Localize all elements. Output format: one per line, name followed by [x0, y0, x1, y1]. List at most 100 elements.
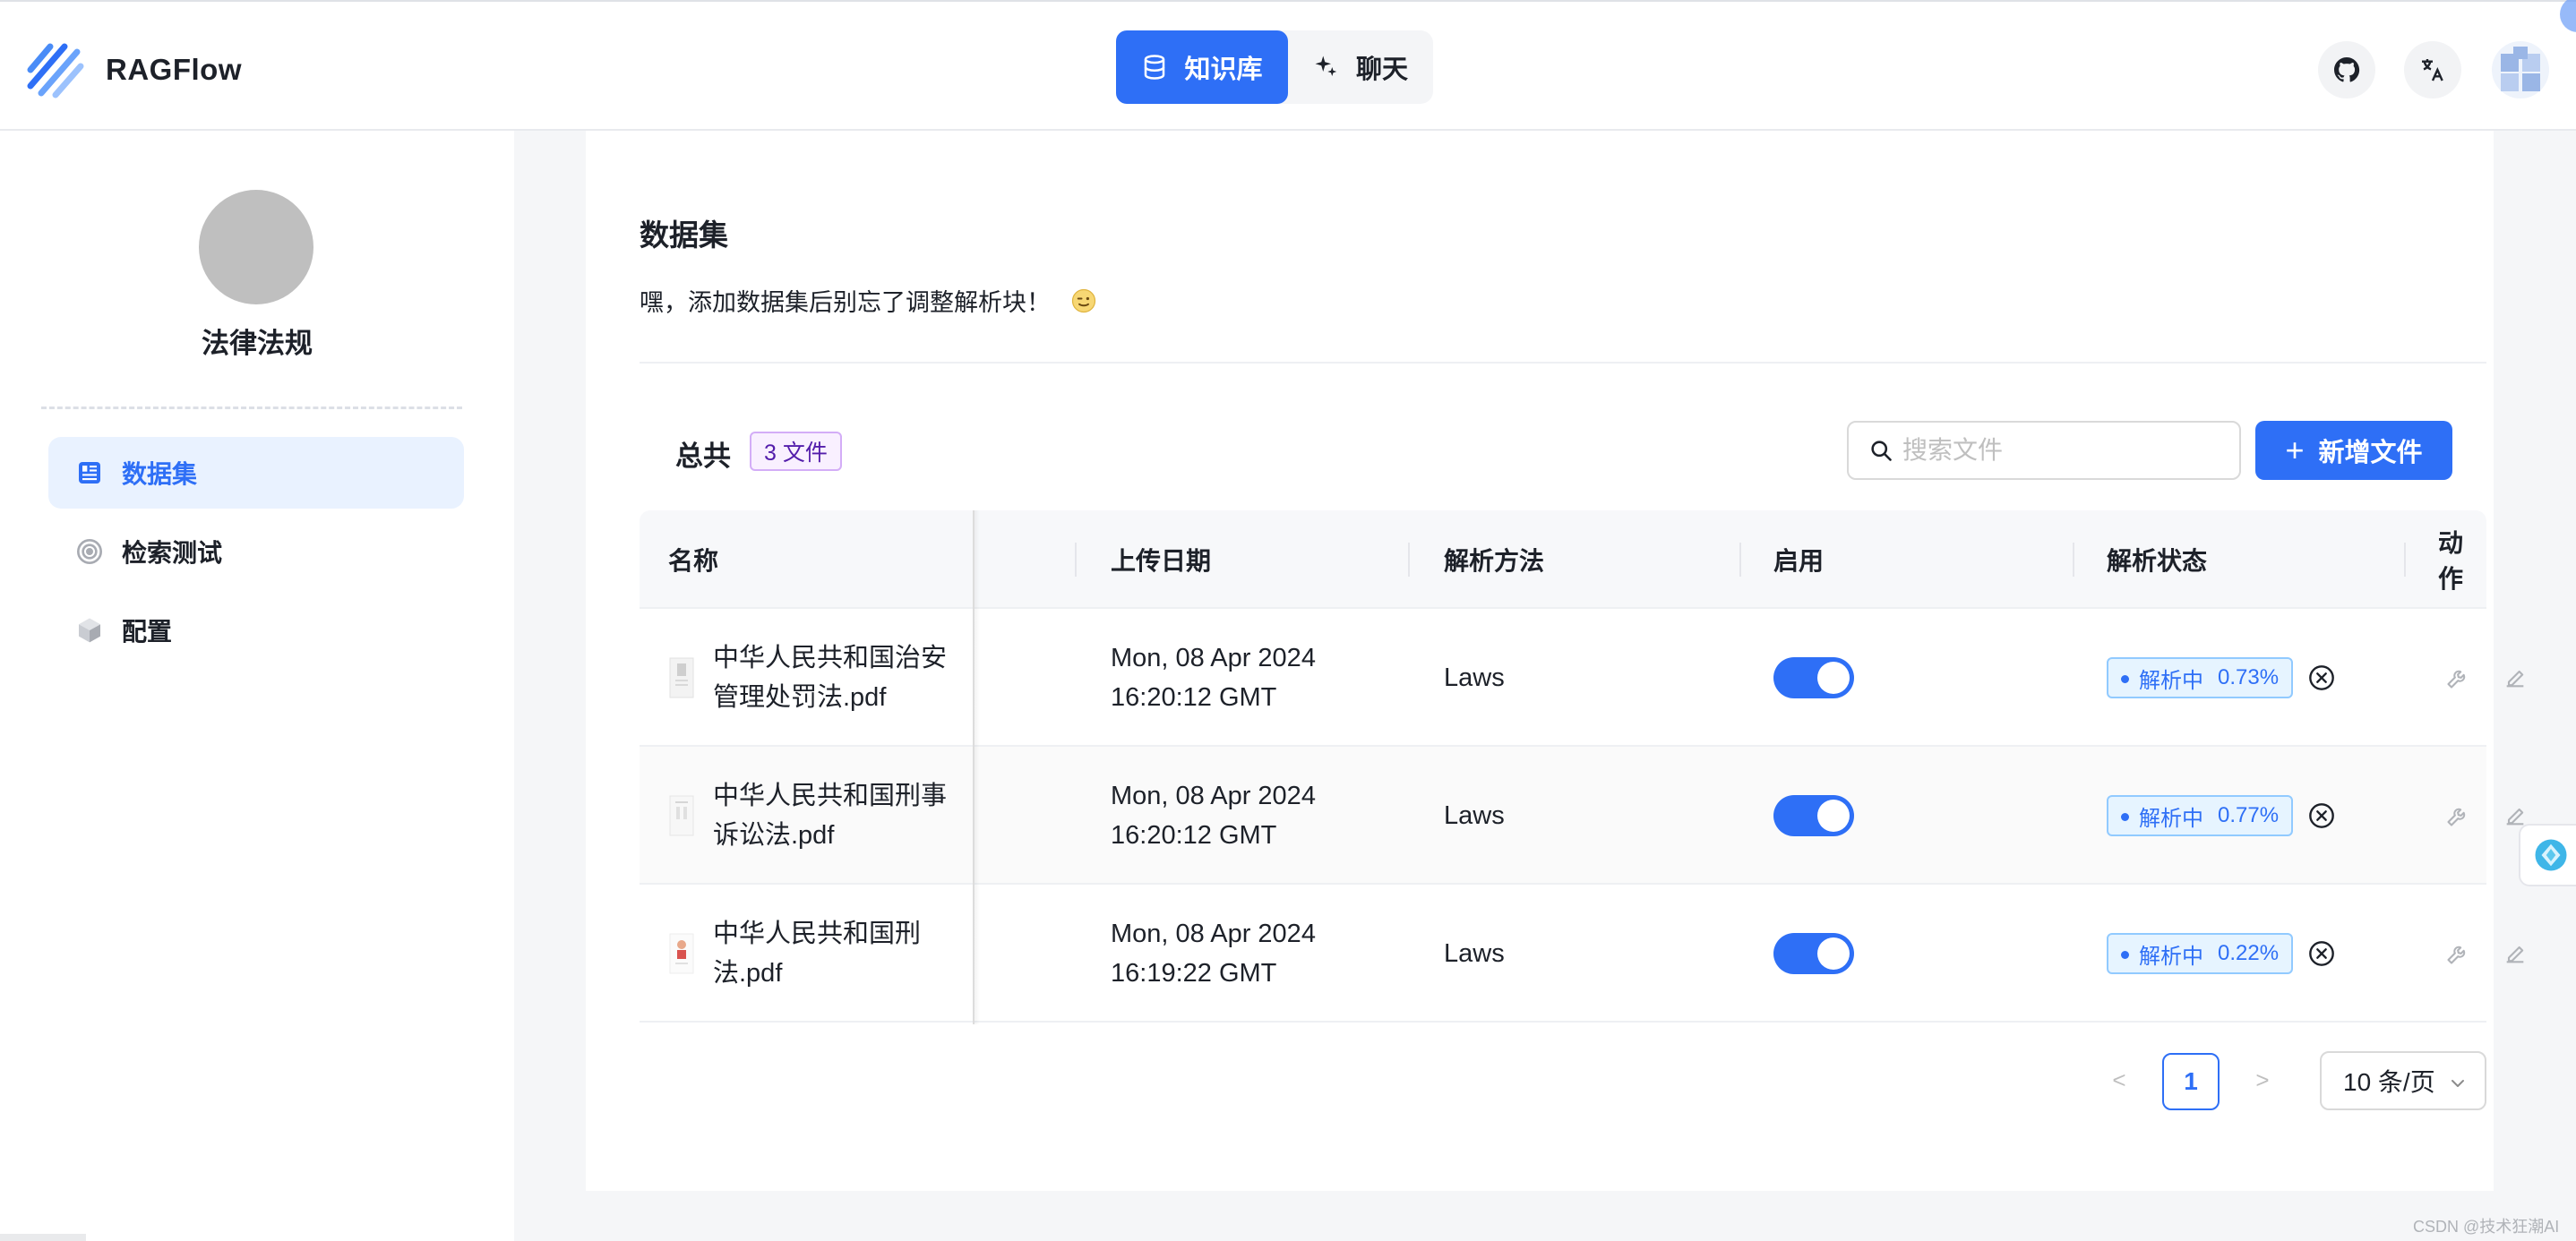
parse-status-badge: 解析中 0.73%: [2107, 657, 2294, 698]
corner-decoration: [2560, 0, 2576, 32]
col-header-actions: 动作: [2438, 529, 2464, 593]
enable-cell: [1773, 747, 1854, 885]
status-progress: 0.73%: [2218, 665, 2280, 689]
add-file-button[interactable]: + 新增文件: [2255, 421, 2452, 480]
user-avatar-icon: [2492, 41, 2549, 98]
cancel-parse-icon[interactable]: [2307, 939, 2336, 968]
parse-method-cell: Laws: [1444, 663, 1505, 692]
enable-toggle[interactable]: [1773, 795, 1854, 836]
plus-icon: +: [2285, 432, 2305, 468]
upload-date-cell: Mon, 08 Apr 2024 16:20:12 GMT: [1111, 609, 1316, 747]
tab-knowledge-base-label: 知识库: [1184, 56, 1263, 84]
edit-icon[interactable]: [2503, 941, 2528, 966]
file-name-cell[interactable]: 中华人民共和国刑法.pdf: [668, 885, 955, 1023]
col-separator: [2404, 543, 2406, 577]
kb-name: 法律法规: [202, 328, 313, 359]
pagination-prev-button[interactable]: <: [2101, 1062, 2137, 1098]
upload-date-time: 16:19:22 GMT: [1111, 959, 1277, 988]
sidebar-item-dataset[interactable]: 数据集: [48, 437, 464, 509]
github-button[interactable]: [2318, 41, 2375, 98]
kb-avatar: [199, 190, 313, 304]
enable-cell: [1773, 609, 1854, 747]
fixed-column-shadow: [973, 510, 980, 1024]
brand[interactable]: RAGFlow: [25, 39, 242, 100]
status-text: 解析中: [2139, 944, 2203, 969]
toggle-knob: [1817, 800, 1850, 832]
page-size-value: 10 条/页: [2343, 1068, 2435, 1096]
upload-date-cell: Mon, 08 Apr 2024 16:20:12 GMT: [1111, 747, 1316, 885]
watermark-text: CSDN @技术狂潮AI: [2413, 1218, 2560, 1236]
bottom-edge: [0, 1234, 86, 1241]
edit-icon[interactable]: [2503, 665, 2528, 690]
status-progress: 0.22%: [2218, 941, 2280, 965]
parse-status-cell: 解析中 0.73%: [2107, 609, 2336, 747]
tab-chat-label: 聊天: [1355, 56, 1408, 84]
database-icon: [1145, 55, 1165, 80]
ragflow-logo-icon: [27, 43, 84, 98]
col-header-enabled[interactable]: 启用: [1773, 510, 1824, 609]
table-header: 名称 上传日期 解析方法 启用 解析状态 动作: [640, 510, 2486, 609]
wrench-icon[interactable]: [2445, 665, 2470, 690]
wrench-icon[interactable]: [2445, 941, 2470, 966]
table-row[interactable]: 中华人民共和国刑法.pdf Mon, 08 Apr 2024 16:19:22 …: [640, 885, 2524, 1023]
parse-status-cell: 解析中 0.77%: [2107, 747, 2336, 885]
user-avatar[interactable]: [2488, 38, 2553, 102]
translate-icon: [2422, 59, 2443, 81]
enable-toggle[interactable]: [1773, 933, 1854, 974]
upload-date-time: 16:20:12 GMT: [1111, 683, 1277, 712]
brand-name: RAGFlow: [106, 53, 242, 86]
chevron-down-icon: [2451, 1080, 2464, 1087]
sidebar-item-retrieval-label: 检索测试: [122, 539, 223, 567]
tab-knowledge-base[interactable]: 知识库: [1116, 30, 1288, 104]
language-button[interactable]: [2404, 41, 2461, 98]
pagination-next-button[interactable]: >: [2245, 1062, 2280, 1098]
sidebar: 法律法规 数据集 检索测试 配置: [0, 131, 514, 1241]
col-separator: [2073, 543, 2074, 577]
cancel-parse-icon[interactable]: [2307, 801, 2336, 830]
col-header-date[interactable]: 上传日期: [1111, 510, 1211, 609]
sidebar-item-config[interactable]: 配置: [48, 595, 464, 666]
sidebar-item-config-label: 配置: [122, 618, 173, 646]
assistant-icon: [2535, 839, 2567, 871]
file-name: 中华人民共和国治安管理处罚法.pdf: [713, 644, 948, 712]
status-text: 解析中: [2139, 806, 2203, 831]
sidebar-item-retrieval-test[interactable]: 检索测试: [48, 516, 464, 587]
wrench-icon[interactable]: [2445, 803, 2470, 828]
status-dot: [2121, 813, 2129, 821]
table-row[interactable]: 中华人民共和国刑事诉讼法.pdf Mon, 08 Apr 2024 16:20:…: [640, 747, 2524, 885]
file-name-cell[interactable]: 中华人民共和国刑事诉讼法.pdf: [668, 747, 955, 885]
pdf-thumbnail-icon: [669, 795, 694, 836]
cancel-parse-icon[interactable]: [2307, 663, 2336, 692]
file-name: 中华人民共和国刑法.pdf: [713, 920, 922, 988]
col-header-name[interactable]: 名称: [668, 510, 718, 609]
search-field[interactable]: [1847, 421, 2241, 480]
top-header: RAGFlow 知识库 聊天: [0, 0, 2576, 131]
enable-toggle[interactable]: [1773, 657, 1854, 698]
status-dot: [2121, 951, 2129, 959]
search-input[interactable]: [1902, 436, 2225, 465]
toggle-knob: [1817, 662, 1850, 694]
col-separator: [1739, 543, 1741, 577]
main-nav: 知识库 聊天: [1116, 30, 1433, 104]
chat-sparkle-icon: [1315, 56, 1337, 76]
page-size-select[interactable]: 10 条/页: [2320, 1051, 2486, 1110]
parse-status-badge: 解析中 0.77%: [2107, 795, 2294, 836]
col-header-status[interactable]: 解析状态: [2107, 510, 2207, 609]
col-header-method[interactable]: 解析方法: [1444, 510, 1544, 609]
pdf-thumbnail-icon: [669, 933, 694, 974]
pagination-page-1[interactable]: 1: [2162, 1053, 2220, 1110]
floating-assistant-button[interactable]: [2519, 824, 2576, 886]
section-divider: [640, 362, 2486, 364]
upload-date-cell: Mon, 08 Apr 2024 16:19:22 GMT: [1111, 885, 1316, 1023]
parse-status-badge: 解析中 0.22%: [2107, 933, 2294, 974]
upload-date-time: 16:20:12 GMT: [1111, 821, 1277, 850]
file-table: 名称 上传日期 解析方法 启用 解析状态 动作 中华人民共和国治安管理处罚法.p…: [640, 510, 2524, 1024]
page-tip-text: 嘿，添加数据集后别忘了调整解析块！: [640, 289, 1051, 316]
tab-chat[interactable]: 聊天: [1288, 30, 1433, 104]
target-icon: [77, 539, 102, 564]
add-file-label: 新增文件: [2318, 439, 2423, 467]
table-row[interactable]: 中华人民共和国治安管理处罚法.pdf Mon, 08 Apr 2024 16:2…: [640, 609, 2524, 747]
col-separator: [1075, 543, 1077, 577]
total-label: 总共: [675, 441, 731, 472]
file-name-cell[interactable]: 中华人民共和国治安管理处罚法.pdf: [668, 609, 955, 747]
